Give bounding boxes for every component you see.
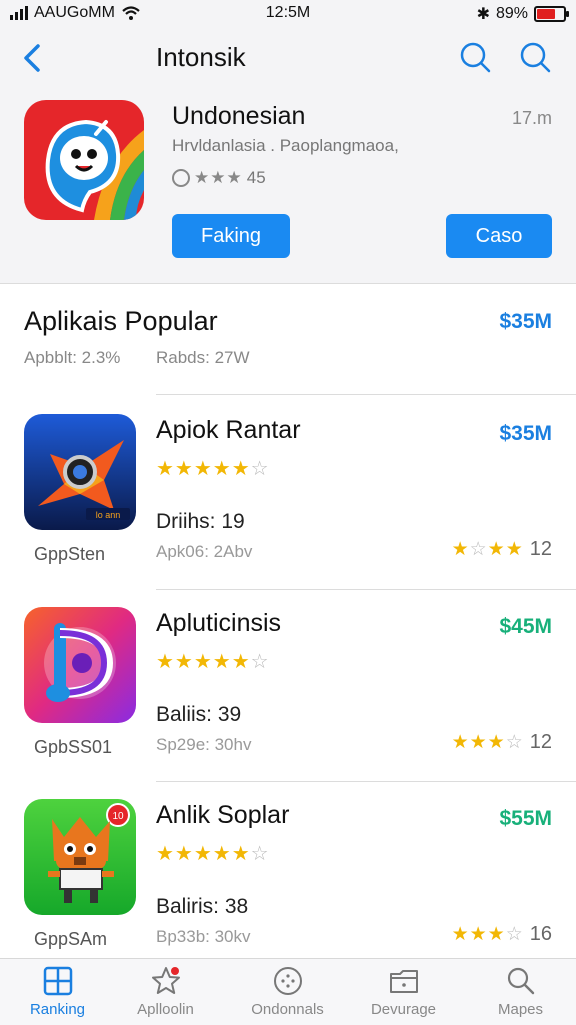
grid-icon <box>43 966 72 996</box>
back-button[interactable] <box>18 38 48 78</box>
app-price[interactable]: $35M <box>499 422 552 446</box>
star-rating-icon: ★★★★★☆ <box>156 651 270 673</box>
folder-icon <box>389 970 418 993</box>
search-button-2[interactable] <box>516 38 556 78</box>
star-rating-icon: ★★★☆ <box>451 732 524 753</box>
tab-bar: Ranking Aplloolin Ondonnals Devurage Map… <box>0 958 576 1025</box>
star-rating-icon: ★★★★★☆ <box>156 458 270 480</box>
page-title: Intonsik <box>156 42 246 72</box>
search-button[interactable] <box>456 38 496 78</box>
app-meta-2: Sp29e: 30hv <box>156 735 252 754</box>
app-rating-count: 16 <box>529 923 552 945</box>
search-icon <box>507 967 534 995</box>
tab-label: Mapes <box>497 1001 544 1018</box>
app-icon-character[interactable]: 10 <box>24 799 136 915</box>
star-rating-icon: ★★★☆ <box>451 924 524 945</box>
app-caption: GppSten <box>34 544 106 564</box>
app-meta-2: Apk06: 2Abv <box>156 542 253 561</box>
navigation-bar: Intonsik <box>0 28 576 88</box>
status-bar: AAUGoMM 12:5M ✱ 89% <box>0 0 576 28</box>
app-name: Apluticinsis <box>156 609 282 637</box>
tab-mapes[interactable]: Mapes <box>463 965 576 1025</box>
status-right: ✱ 89% <box>476 4 569 24</box>
app-icon-rocket[interactable]: lo ann <box>24 414 136 530</box>
featured-app-subtitle: Hrvldanlasia . Paoplangmaoa, <box>172 136 399 155</box>
app-icon-music[interactable] <box>24 607 136 723</box>
bluetooth-icon: ✱ <box>476 6 490 23</box>
tab-aplloolin[interactable]: Aplloolin <box>108 965 223 1025</box>
tab-label: Devurage <box>370 1001 437 1018</box>
divider <box>156 394 576 395</box>
app-list-item[interactable]: GpbSS01 Apluticinsis $45M ★★★★★☆ Baliis:… <box>0 607 576 787</box>
faking-button[interactable]: Faking <box>172 214 290 258</box>
tab-ranking[interactable]: Ranking <box>0 965 115 1025</box>
svg-text:10: 10 <box>112 811 124 822</box>
divider <box>156 781 576 782</box>
chevron-left-icon <box>24 44 40 72</box>
app-list-item[interactable]: lo ann GppSten Apiok Rantar $35M ★★★★★☆ … <box>0 414 576 594</box>
app-meta-1: Baliis: 39 <box>156 703 242 726</box>
caso-button[interactable]: Caso <box>446 214 552 258</box>
tab-label: Ranking <box>29 1001 86 1018</box>
star-rating-icon: ★☆★★ <box>451 539 524 560</box>
star-rating-icon: ★★★★★☆ <box>156 843 270 865</box>
app-rating-count: 12 <box>529 731 552 753</box>
section-price[interactable]: $35M <box>499 310 552 334</box>
app-meta-1: Driihs: 19 <box>156 510 245 533</box>
section-stat-1: Apbblt: 2.3% <box>24 348 121 367</box>
app-list-item[interactable]: 10 GppSAm Anlik Soplar $55M ★★★★★☆ Balir… <box>0 799 576 979</box>
tab-label: Aplloolin <box>137 1001 194 1018</box>
featured-rating-value: 45 <box>246 168 266 187</box>
featured-app-name: Undonesian <box>172 102 306 130</box>
section-stat-2: Rabds: 27W <box>156 348 250 367</box>
app-price[interactable]: $45M <box>499 615 552 639</box>
app-rating-count: 12 <box>529 538 552 560</box>
section-title: Aplikais Popular <box>24 306 218 336</box>
featured-app-card: Undonesian 17.m Hrvldanlasia . Paoplangm… <box>0 88 576 284</box>
featured-app-icon[interactable] <box>24 100 144 220</box>
battery-icon <box>534 6 569 22</box>
featured-rating: ★★★ 45 <box>172 168 266 188</box>
app-name: Anlik Soplar <box>156 801 290 829</box>
app-rating: ★☆★★ 12 <box>452 538 552 561</box>
divider <box>156 589 576 590</box>
app-rating: ★★★☆ 16 <box>452 923 552 946</box>
star-icon <box>151 967 180 994</box>
tab-label: Ondonnals <box>251 1001 324 1018</box>
app-meta-1: Baliris: 38 <box>156 895 249 918</box>
app-price[interactable]: $55M <box>499 807 552 831</box>
app-name: Apiok Rantar <box>156 416 301 444</box>
compass-icon <box>273 967 302 995</box>
star-rating-icon: ★★★ <box>194 168 243 187</box>
app-meta-2: Bp33b: 30kv <box>156 927 251 946</box>
tab-ondonnals[interactable]: Ondonnals <box>230 965 345 1025</box>
radio-icon <box>172 169 190 187</box>
featured-app-size: 17.m <box>511 108 552 128</box>
app-caption: GpbSS01 <box>34 737 113 757</box>
app-caption: GppSAm <box>34 929 108 949</box>
tab-devurage[interactable]: Devurage <box>346 965 461 1025</box>
svg-text:lo ann: lo ann <box>96 510 121 520</box>
search-icon <box>460 42 491 73</box>
battery-percent: 89% <box>495 5 528 22</box>
search-icon <box>520 42 551 73</box>
app-rating: ★★★☆ 12 <box>452 731 552 754</box>
